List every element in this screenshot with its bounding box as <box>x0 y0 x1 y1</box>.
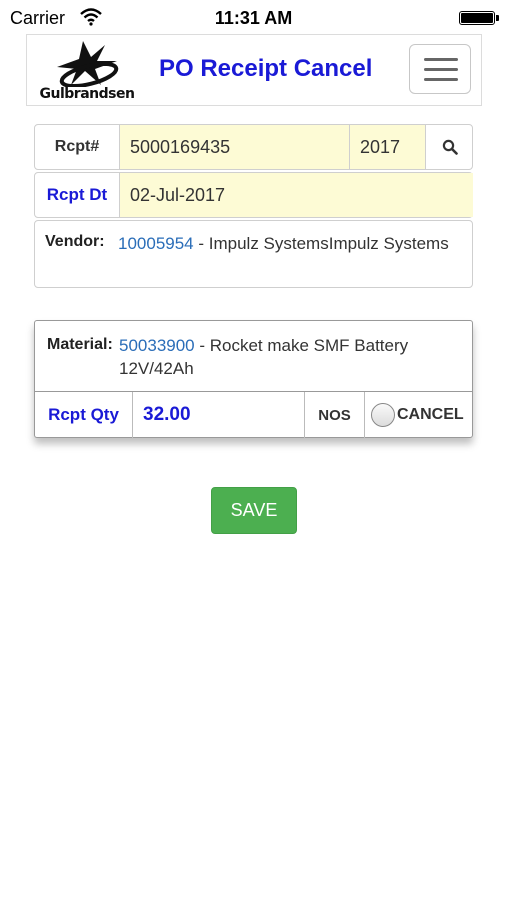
page-title: PO Receipt Cancel <box>159 55 373 82</box>
search-button[interactable] <box>425 125 473 169</box>
battery-tip <box>496 15 499 21</box>
receipt-number-label: Rcpt# <box>54 138 100 155</box>
quantity-row: Rcpt Qty 32.00 NOS CANCEL <box>35 392 472 438</box>
status-bar: Carrier 11:31 AM <box>0 0 507 36</box>
receipt-qty-label: Rcpt Qty <box>35 392 133 438</box>
cancel-label: CANCEL <box>397 406 464 423</box>
hamburger-menu-icon-bar <box>424 68 458 71</box>
app-header: Gulbrandsen PO Receipt Cancel <box>26 34 482 106</box>
unit-of-measure: NOS <box>305 392 365 438</box>
receipt-date-label: Rcpt Dt <box>46 185 108 204</box>
material-info: 50033900 - Rocket make SMF Battery 12V/4… <box>119 334 464 380</box>
material-label: Material: <box>47 336 113 353</box>
receipt-year-input[interactable]: 2017 <box>349 125 425 169</box>
material-code-link[interactable]: 50033900 <box>119 336 195 355</box>
receipt-qty-value: 32.00 <box>133 392 305 438</box>
material-card: Material: 50033900 - Rocket make SMF Bat… <box>34 320 473 438</box>
company-logo: Gulbrandsen <box>31 39 143 103</box>
vendor-label: Vendor: <box>45 233 105 250</box>
receipt-date-input[interactable]: 02-Jul-2017 <box>119 173 473 217</box>
save-button[interactable]: SAVE <box>211 487 297 534</box>
receipt-date-row: Rcpt Dt 02-Jul-2017 <box>34 172 473 218</box>
logo-text: Gulbrandsen <box>39 86 135 102</box>
cancel-checkbox[interactable] <box>371 403 395 427</box>
battery-icon <box>459 11 495 25</box>
search-icon <box>442 139 458 155</box>
receipt-number-input[interactable]: 5000169435 <box>119 125 349 169</box>
vendor-code-link[interactable]: 10005954 <box>118 234 194 253</box>
vendor-name: - Impulz SystemsImpulz Systems <box>193 234 449 253</box>
hamburger-menu-icon <box>424 58 458 61</box>
cancel-checkbox-group[interactable]: CANCEL <box>365 392 473 438</box>
receipt-number-row: Rcpt# 5000169435 2017 <box>34 124 473 170</box>
logo-mark <box>57 41 119 87</box>
vendor-row: Vendor: 10005954 - Impulz SystemsImpulz … <box>34 220 473 288</box>
hamburger-menu-icon-bar <box>424 78 458 81</box>
menu-button[interactable] <box>409 44 471 94</box>
clock: 11:31 AM <box>214 8 293 28</box>
vendor-info: 10005954 - Impulz SystemsImpulz Systems <box>118 232 458 256</box>
